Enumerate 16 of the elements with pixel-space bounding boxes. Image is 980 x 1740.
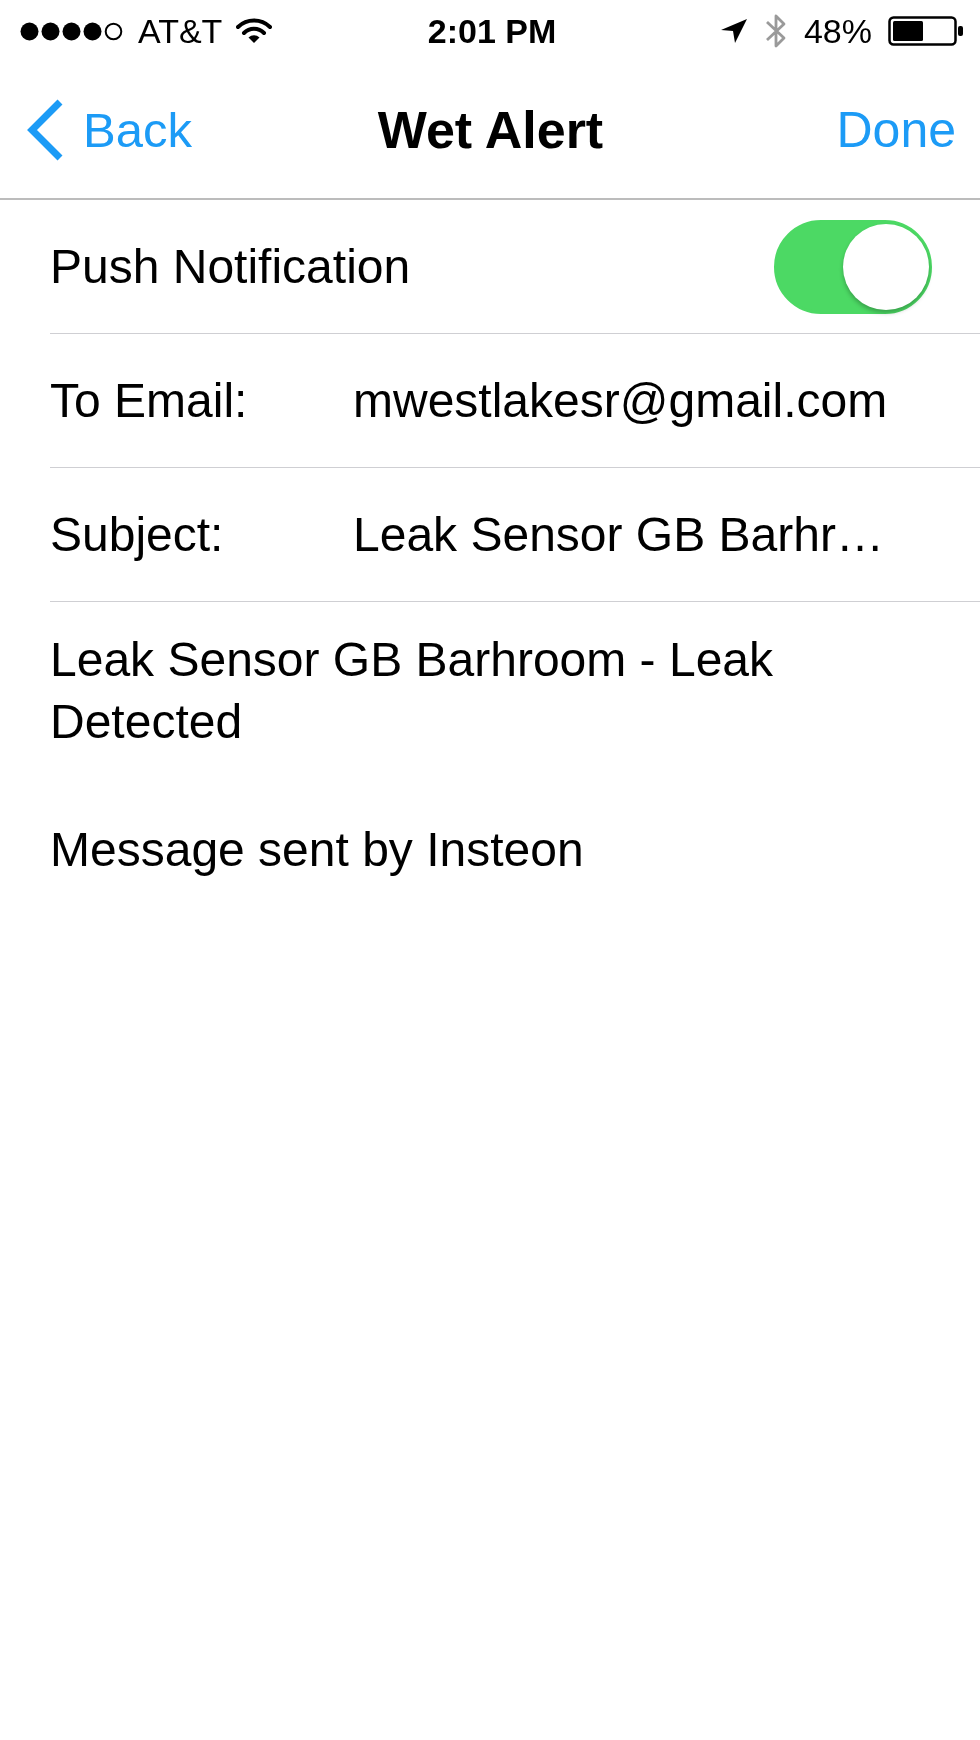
field-value[interactable]: Leak Sensor GB Barhr… xyxy=(353,507,884,562)
nav-title: Wet Alert xyxy=(377,100,604,160)
status-time: 2:01 PM xyxy=(427,11,557,51)
field-value[interactable]: mwestlakesr@gmail.com xyxy=(353,373,888,428)
battery-icon xyxy=(888,16,964,46)
field-label: To Email: xyxy=(50,373,249,428)
battery-percent: 48% xyxy=(803,11,872,51)
location-arrow-icon xyxy=(719,18,748,44)
field-label: Subject: xyxy=(50,507,225,562)
chevron-left-icon xyxy=(25,98,65,162)
message-text: Message sent by Insteon xyxy=(50,822,585,878)
carrier-name: AT&T xyxy=(138,11,223,51)
message-text: Leak Sensor GB Barhroom - Leak Detected xyxy=(50,632,775,750)
setting-label: Push Notification xyxy=(50,239,412,294)
wifi-icon xyxy=(236,18,273,44)
signal-dots-icon xyxy=(20,21,124,41)
